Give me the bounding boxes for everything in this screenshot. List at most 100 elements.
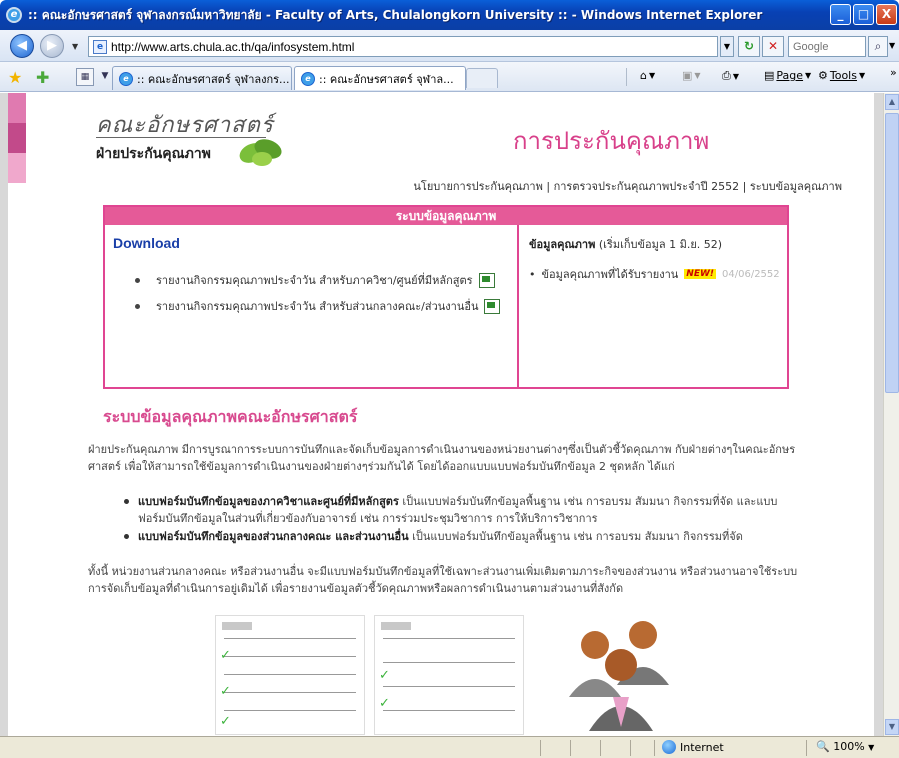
form-preview-image: ✓ ✓	[374, 615, 524, 735]
search-box[interactable]	[788, 36, 866, 57]
form-line	[383, 686, 515, 687]
chevron-down-icon: ▼	[858, 71, 866, 80]
form-line	[224, 710, 356, 711]
scroll-up-button[interactable]: ▲	[885, 94, 899, 110]
zoom-level: 100%	[833, 740, 865, 753]
stop-button[interactable]: ✕	[762, 36, 784, 57]
new-badge: NEW!	[684, 269, 716, 279]
form-type-item: แบบฟอร์มบันทึกข้อมูลของส่วนกลางคณะ และส่…	[124, 528, 804, 545]
nav-link-policy[interactable]: นโยบายการประกันคุณภาพ	[413, 180, 542, 193]
reported-data-link[interactable]: ข้อมูลคุณภาพที่ได้รับรายงาน	[542, 265, 679, 283]
ie-tab-icon: e	[119, 71, 133, 86]
bullet	[135, 303, 140, 309]
site-logo-subtitle: ฝ่ายประกันคุณภาพ	[96, 146, 211, 162]
tab-2-active[interactable]: e :: คณะอักษรศาสตร์ จุฬาล... X	[294, 66, 466, 90]
quality-info-box: ระบบข้อมูลคุณภาพ Download รายงานกิจกรรมค…	[103, 205, 789, 389]
people-group-icon	[569, 621, 669, 731]
vertical-scrollbar[interactable]: ▲ ▼	[883, 93, 899, 736]
column-divider	[517, 225, 519, 387]
form-preview-image: ✓ ✓ ✓	[215, 615, 365, 735]
status-bar: Internet 🔍 100% ▼	[0, 736, 899, 758]
download-item-label[interactable]: รายงานกิจกรรมคุณภาพประจำวัน สำหรับส่วนกล…	[156, 297, 478, 315]
page-icon: ▤	[764, 69, 775, 82]
download-item[interactable]: รายงานกิจกรรมคุณภาพประจำวัน สำหรับส่วนกล…	[135, 297, 501, 315]
form-header-block	[381, 622, 411, 630]
excel-file-icon[interactable]	[484, 298, 501, 314]
address-dropdown-icon[interactable]: ▼	[720, 36, 734, 57]
reported-data-item[interactable]: • ข้อมูลคุณภาพที่ได้รับรายงาน NEW! 04/06…	[529, 265, 780, 283]
window-controls: _ □ X	[830, 4, 897, 25]
maximize-button[interactable]: □	[853, 4, 874, 25]
form-line	[224, 656, 356, 657]
add-favorites-icon[interactable]: ✚	[36, 68, 49, 87]
checkmark-icon: ✓	[379, 668, 390, 683]
globe-icon	[662, 740, 676, 754]
url-input[interactable]	[111, 39, 671, 54]
status-divider	[806, 740, 807, 756]
feeds-button[interactable]: ▣ ▼	[682, 69, 701, 82]
form-type-item: แบบฟอร์มบันทึกข้อมูลของภาควิชาและศูนย์ที…	[124, 493, 804, 527]
nav-link-audit-2552[interactable]: การตรวจประกันคุณภาพประจำปี 2552	[554, 180, 740, 193]
quick-tabs-icon[interactable]: ▦	[76, 68, 94, 86]
scroll-thumb[interactable]	[885, 113, 899, 393]
search-dropdown-icon[interactable]: ▼	[889, 41, 895, 50]
home-button[interactable]: ⌂ ▼	[640, 69, 655, 82]
tab-label: :: คณะอักษรศาสตร์ จุฬาลงกร...	[137, 72, 290, 86]
download-item-label[interactable]: รายงานกิจกรรมคุณภาพประจำวัน สำหรับภาควิช…	[156, 271, 473, 289]
new-tab-button[interactable]	[466, 68, 498, 88]
minimize-button[interactable]: _	[830, 4, 851, 25]
security-zone[interactable]: Internet	[662, 740, 724, 754]
top-navigation: นโยบายการประกันคุณภาพ | การตรวจประกันคุณ…	[413, 177, 842, 195]
form-type-desc: เป็นแบบฟอร์มบันทึกข้อมูลพื้นฐาน เช่น การ…	[408, 530, 743, 543]
scroll-down-button[interactable]: ▼	[885, 719, 899, 735]
closing-paragraph: ทั้งนี้ หน่วยงานส่วนกลางคณะ หรือส่วนงานอ…	[88, 565, 798, 595]
history-dropdown-icon[interactable]: ▼	[72, 42, 78, 51]
intro-paragraph: ฝ่ายประกันคุณภาพ มีการบูรณาการระบบการบัน…	[88, 443, 796, 473]
ie-app-icon[interactable]: e	[6, 7, 22, 23]
chevron-down-icon: ▼	[805, 71, 812, 80]
zoom-control[interactable]: 🔍 100% ▼	[816, 740, 874, 753]
tab-label: :: คณะอักษรศาสตร์ จุฬาล...	[319, 72, 454, 86]
status-divider	[570, 740, 571, 756]
form-header-block	[222, 622, 252, 630]
refresh-button[interactable]: ↻	[738, 36, 760, 57]
quality-data-title: ข้อมูลคุณภาพ (เริ่มเก็บข้อมูล 1 มิ.ย. 52…	[529, 235, 722, 253]
excel-file-icon[interactable]	[478, 272, 495, 288]
nav-separator: |	[546, 180, 551, 193]
form-line	[224, 674, 356, 675]
search-icon[interactable]: ⌕	[868, 36, 888, 57]
form-line	[383, 662, 515, 663]
nav-link-quality-info[interactable]: ระบบข้อมูลคุณภาพ	[750, 180, 842, 193]
checkmark-icon: ✓	[379, 696, 390, 711]
print-icon: ⎙	[722, 69, 731, 82]
window-titlebar[interactable]: e :: คณะอักษรศาสตร์ จุฬาลงกรณ์มหาวิทยาลั…	[0, 0, 899, 30]
home-icon: ⌂	[640, 69, 647, 82]
forward-button[interactable]: ▶	[40, 34, 64, 58]
tab-1[interactable]: e :: คณะอักษรศาสตร์ จุฬาลงกร...	[112, 66, 292, 90]
section-title: ระบบข้อมูลคุณภาพคณะอักษรศาสตร์	[103, 407, 358, 426]
zoom-icon: 🔍	[816, 740, 830, 753]
close-button[interactable]: X	[876, 4, 897, 25]
download-item[interactable]: รายงานกิจกรรมคุณภาพประจำวัน สำหรับภาควิช…	[135, 271, 500, 289]
rss-icon: ▣	[682, 69, 693, 82]
bullet-dot: •	[529, 267, 536, 281]
page-menu[interactable]: ▤ Page ▼	[764, 69, 811, 82]
chevron-down-icon: ▼	[694, 71, 701, 80]
window-title: :: คณะอักษรศาสตร์ จุฬาลงกรณ์มหาวิทยาลัย …	[28, 7, 763, 22]
web-page: คณะอักษรศาสตร์ ฝ่ายประกันคุณภาพ การประกั…	[8, 93, 874, 736]
toolbar-overflow-button[interactable]: »	[890, 66, 897, 79]
tools-menu[interactable]: ⚙ Tools ▼	[818, 69, 865, 82]
print-button[interactable]: ⎙ ▼	[722, 69, 739, 83]
gear-icon: ⚙	[818, 69, 828, 82]
address-toolbar: ◀ ▶ ▼ e ▼ ↻ ✕ ⌕ ▼	[0, 30, 899, 62]
form-type-title: แบบฟอร์มบันทึกข้อมูลของส่วนกลางคณะ และส่…	[138, 530, 409, 543]
form-type-title: แบบฟอร์มบันทึกข้อมูลของภาควิชาและศูนย์ที…	[138, 495, 399, 508]
favorites-star-icon[interactable]: ★	[8, 68, 22, 87]
checkmark-icon: ✓	[220, 714, 231, 729]
search-input[interactable]	[789, 37, 863, 56]
page-viewport: คณะอักษรศาสตร์ ฝ่ายประกันคุณภาพ การประกั…	[0, 93, 883, 736]
quality-data-label: ข้อมูลคุณภาพ	[529, 238, 596, 251]
back-button[interactable]: ◀	[10, 34, 34, 58]
address-bar[interactable]: e	[88, 36, 718, 57]
status-divider	[654, 740, 655, 756]
